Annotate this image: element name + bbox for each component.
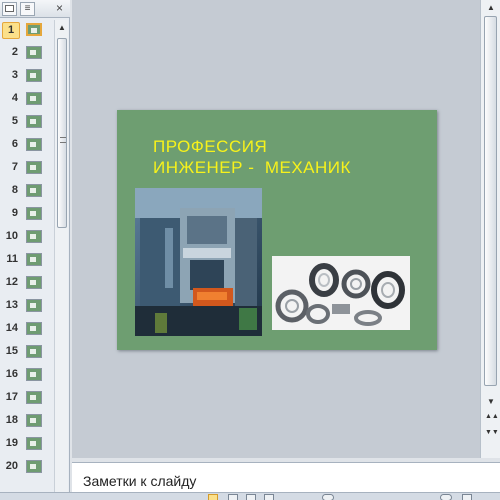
slide-thumbnail[interactable]: 18	[0, 411, 54, 431]
slide-thumbnail-image	[26, 23, 42, 36]
slide-thumbnail-image	[26, 322, 42, 335]
zoom-in-icon[interactable]	[440, 494, 452, 500]
slide-thumbnail-image	[26, 368, 42, 381]
scroll-thumb[interactable]	[57, 38, 67, 228]
slide-number: 16	[5, 368, 18, 380]
slide-number: 4	[11, 92, 18, 104]
slide-number: 18	[5, 414, 18, 426]
slide-thumbnail[interactable]: 8	[0, 181, 54, 201]
slide-thumbnail-image	[26, 69, 42, 82]
slide-thumbnail-image	[26, 460, 42, 473]
slide-canvas[interactable]: ПРОФЕССИЯ ИНЖЕНЕР - МЕХАНИК	[117, 110, 437, 350]
slide-thumbnail-image	[26, 138, 42, 151]
next-slide-button[interactable]: ▼▼	[485, 429, 499, 442]
fit-slide-icon[interactable]	[462, 494, 472, 500]
slide-number: 17	[5, 391, 18, 403]
slide-number: 3	[11, 69, 18, 81]
slide-thumbnail-image	[26, 391, 42, 404]
slide-thumbnail[interactable]: 7	[0, 158, 54, 178]
slide-thumbnail-image	[26, 437, 42, 450]
slide-thumbnail[interactable]: 12	[0, 273, 54, 293]
slide-scrollbar[interactable]: ▲ ▼ ▲▲ ▼▼	[480, 0, 500, 458]
slide-thumbnail-image	[26, 276, 42, 289]
notes-pane[interactable]: Заметки к слайду	[72, 462, 500, 492]
scroll-up-arrow[interactable]: ▲	[485, 2, 497, 14]
scroll-thumb[interactable]	[484, 16, 497, 386]
slides-panel: ≡ × 1 2 3 4 5 6 7 8 9 10 11 12 13 14 15 16 17 18 19 20 ▲	[0, 0, 70, 492]
slide-thumbnail[interactable]: 10	[0, 227, 54, 247]
slide-thumbnail-image	[26, 414, 42, 427]
slide-number: 13	[5, 299, 18, 311]
slide-thumbnail[interactable]: 19	[0, 434, 54, 454]
slide-thumbnail-image	[26, 207, 42, 220]
slide-thumbnail[interactable]: 11	[0, 250, 54, 270]
scroll-grip-icon	[60, 137, 66, 143]
slides-tab-icon	[5, 5, 14, 12]
slide-number: 20	[5, 460, 18, 472]
slide-thumbnail-image	[26, 115, 42, 128]
slide-thumbnail-image	[26, 253, 42, 266]
slide-thumbnail[interactable]: 3	[0, 66, 54, 86]
slide-thumbnail-image	[26, 161, 42, 174]
slide-number: 1	[2, 22, 20, 39]
slide-thumbnail[interactable]: 1	[0, 20, 54, 40]
slide-number: 7	[11, 161, 18, 173]
slide-thumbnail[interactable]: 17	[0, 388, 54, 408]
slideshow-view-icon[interactable]	[264, 494, 274, 500]
slide-thumbnail[interactable]: 2	[0, 43, 54, 63]
slide-sorter-view-icon[interactable]	[228, 494, 238, 500]
slide-thumbnail-image	[26, 299, 42, 312]
slide-number: 2	[11, 46, 18, 58]
industrial-press-machine-photo[interactable]	[135, 188, 262, 336]
bearings-illustration	[272, 256, 410, 330]
outline-tab[interactable]: ≡	[20, 2, 35, 16]
notes-placeholder: Заметки к слайду	[83, 473, 197, 489]
close-panel-button[interactable]: ×	[52, 2, 67, 16]
slide-thumbnail-image	[26, 345, 42, 358]
thumbnail-scrollbar[interactable]: ▲	[54, 20, 68, 492]
slides-tab[interactable]	[2, 2, 17, 16]
slide-number: 12	[5, 276, 18, 288]
slide-number: 19	[5, 437, 18, 449]
industrial-press-machine-illustration	[135, 188, 262, 336]
slide-editor-area: ПРОФЕССИЯ ИНЖЕНЕР - МЕХАНИК	[72, 0, 480, 458]
slide-number: 14	[5, 322, 18, 334]
slide-thumbnail[interactable]: 20	[0, 457, 54, 477]
status-bar	[0, 492, 500, 500]
slide-thumbnail[interactable]: 4	[0, 89, 54, 109]
slide-number: 9	[11, 207, 18, 219]
slide-number: 10	[5, 230, 18, 242]
slide-number: 6	[11, 138, 18, 150]
scroll-up-arrow[interactable]: ▲	[56, 21, 68, 35]
slide-thumbnail-image	[26, 92, 42, 105]
thumbnail-list: 1 2 3 4 5 6 7 8 9 10 11 12 13 14 15 16 17 18 19 20	[0, 20, 54, 492]
slide-thumbnail[interactable]: 5	[0, 112, 54, 132]
bearings-photo[interactable]	[272, 256, 410, 330]
panel-tab-bar: ≡ ×	[0, 0, 70, 18]
slide-thumbnail[interactable]: 16	[0, 365, 54, 385]
slide-thumbnail[interactable]: 14	[0, 319, 54, 339]
slide-thumbnail-image	[26, 230, 42, 243]
slide-thumbnail[interactable]: 13	[0, 296, 54, 316]
slide-thumbnail[interactable]: 15	[0, 342, 54, 362]
reading-view-icon[interactable]	[246, 494, 256, 500]
zoom-out-icon[interactable]	[322, 494, 334, 500]
normal-view-icon[interactable]	[208, 494, 218, 500]
slide-number: 15	[5, 345, 18, 357]
previous-slide-button[interactable]: ▲▲	[485, 413, 499, 426]
scroll-down-arrow[interactable]: ▼	[485, 396, 497, 408]
slide-thumbnail-image	[26, 184, 42, 197]
slide-number: 5	[11, 115, 18, 127]
slide-number: 11	[6, 253, 18, 265]
slide-thumbnail-image	[26, 46, 42, 59]
slide-title[interactable]: ПРОФЕССИЯ ИНЖЕНЕР - МЕХАНИК	[153, 136, 423, 178]
slide-title-line-1: ПРОФЕССИЯ	[153, 137, 268, 156]
slide-number: 8	[11, 184, 18, 196]
slide-thumbnail[interactable]: 6	[0, 135, 54, 155]
slide-title-line-2: ИНЖЕНЕР - МЕХАНИК	[153, 158, 351, 177]
slide-thumbnail[interactable]: 9	[0, 204, 54, 224]
